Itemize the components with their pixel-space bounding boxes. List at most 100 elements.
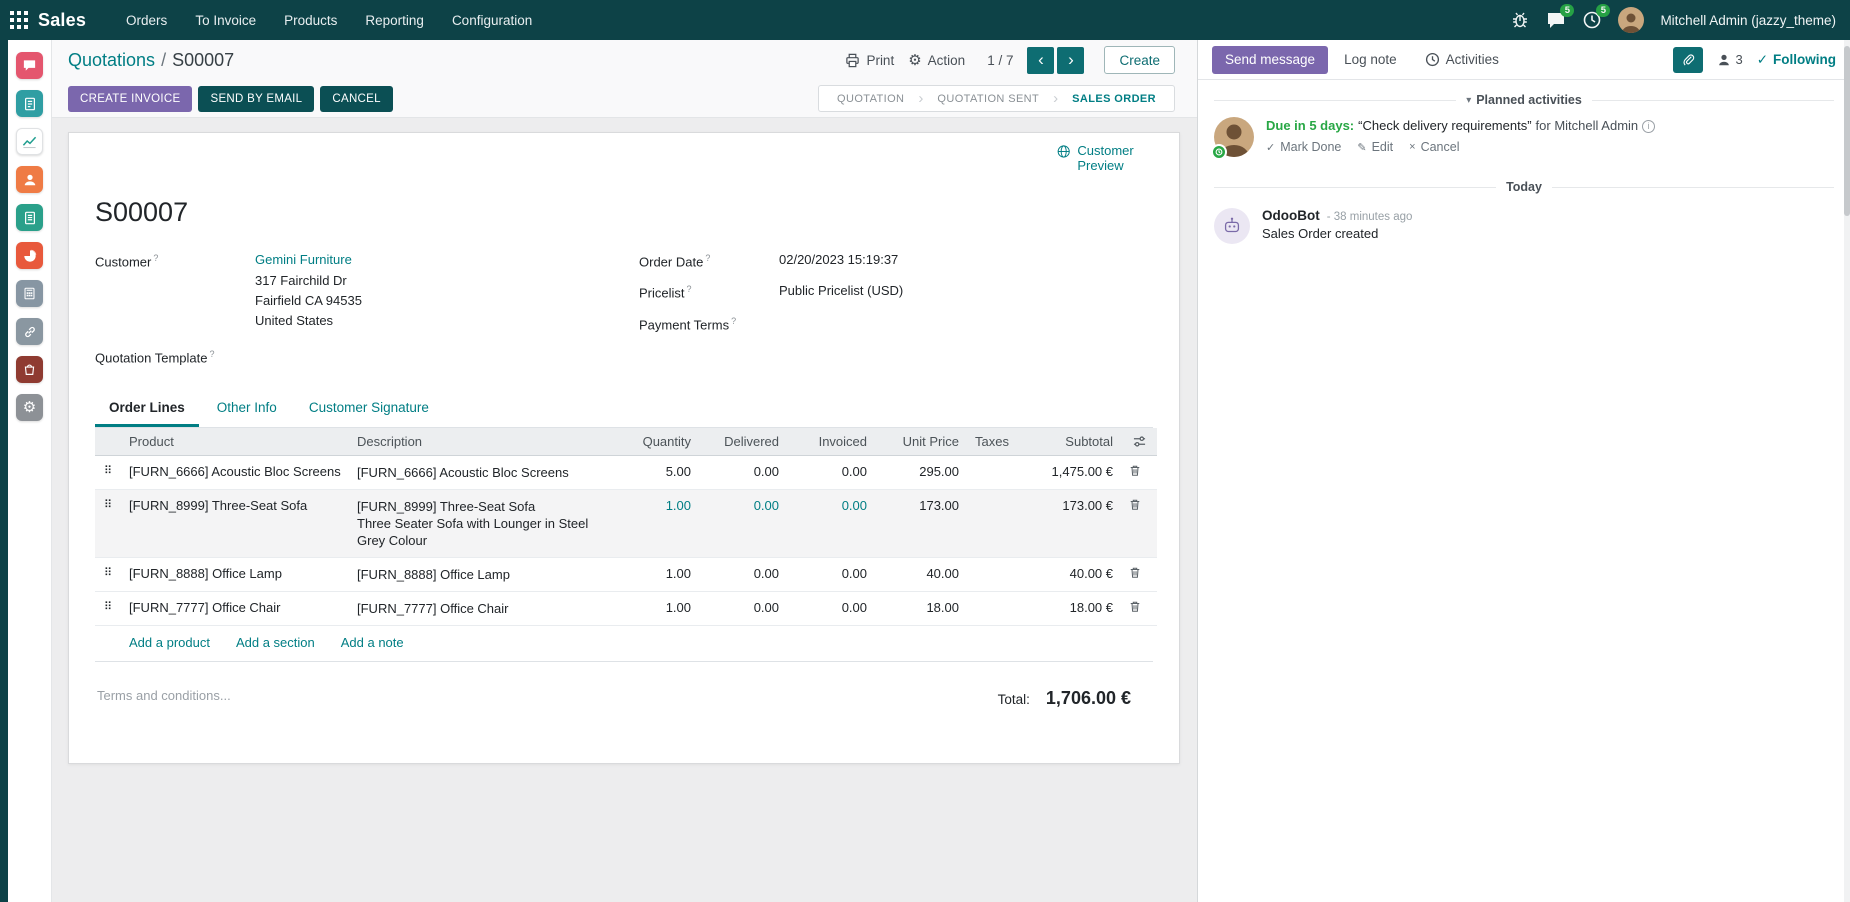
- order-line-row[interactable]: ⠿ [FURN_8888] Office Lamp [FURN_8888] Of…: [95, 557, 1157, 591]
- drag-handle-icon[interactable]: ⠿: [95, 489, 121, 557]
- pager-next-button[interactable]: ›: [1057, 47, 1084, 74]
- user-avatar[interactable]: [1618, 7, 1644, 33]
- terms-placeholder[interactable]: Terms and conditions...: [97, 688, 231, 703]
- column-header-taxes[interactable]: Taxes: [967, 428, 1019, 456]
- nav-item-reporting[interactable]: Reporting: [353, 7, 436, 34]
- cell-taxes[interactable]: [967, 489, 1019, 557]
- tab-other-info[interactable]: Other Info: [203, 392, 291, 427]
- column-header-description[interactable]: Description: [349, 428, 615, 456]
- debug-bug-icon[interactable]: [1510, 10, 1530, 30]
- status-step-quotation-sent[interactable]: QUOTATION SENT: [923, 93, 1053, 105]
- print-button[interactable]: Print: [845, 53, 894, 68]
- add-section-link[interactable]: Add a section: [236, 635, 315, 650]
- cell-delivered[interactable]: 0.00: [699, 591, 787, 625]
- column-header-subtotal[interactable]: Subtotal: [1019, 428, 1121, 456]
- breadcrumb-quotations[interactable]: Quotations: [68, 50, 155, 71]
- cell-product[interactable]: [FURN_7777] Office Chair: [121, 591, 349, 625]
- cell-description[interactable]: [FURN_6666] Acoustic Bloc Screens: [349, 455, 615, 489]
- messages-icon[interactable]: 5: [1546, 10, 1566, 30]
- activities-clock-icon[interactable]: 5: [1582, 10, 1602, 30]
- info-icon[interactable]: i: [1642, 120, 1655, 133]
- cell-product[interactable]: [FURN_6666] Acoustic Bloc Screens: [121, 455, 349, 489]
- cell-taxes[interactable]: [967, 591, 1019, 625]
- cell-delivered[interactable]: 0.00: [699, 489, 787, 557]
- column-header-quantity[interactable]: Quantity: [615, 428, 699, 456]
- cell-description[interactable]: [FURN_8999] Three-Seat Sofa Three Seater…: [349, 489, 615, 557]
- followers-button[interactable]: 3: [1717, 52, 1742, 67]
- cancel-button[interactable]: CANCEL: [320, 86, 392, 112]
- send-by-email-button[interactable]: SEND BY EMAIL: [198, 86, 314, 112]
- delete-row-button[interactable]: [1121, 455, 1157, 489]
- column-header-invoiced[interactable]: Invoiced: [787, 428, 875, 456]
- cell-product[interactable]: [FURN_8999] Three-Seat Sofa: [121, 489, 349, 557]
- log-note-button[interactable]: Log note: [1332, 46, 1409, 73]
- optional-columns-button[interactable]: [1121, 428, 1157, 456]
- scrollbar-thumb[interactable]: [1844, 46, 1850, 216]
- delete-row-button[interactable]: [1121, 557, 1157, 591]
- nav-item-products[interactable]: Products: [272, 7, 349, 34]
- cell-quantity[interactable]: 1.00: [615, 489, 699, 557]
- app-icon-purchase[interactable]: [16, 356, 43, 383]
- delete-row-button[interactable]: [1121, 489, 1157, 557]
- order-line-row[interactable]: ⠿ [FURN_8999] Three-Seat Sofa [FURN_8999…: [95, 489, 1157, 557]
- app-icon-discuss[interactable]: [16, 52, 43, 79]
- column-header-delivered[interactable]: Delivered: [699, 428, 787, 456]
- cell-quantity[interactable]: 5.00: [615, 455, 699, 489]
- column-header-product[interactable]: Product: [121, 428, 349, 456]
- app-name[interactable]: Sales: [38, 10, 86, 31]
- drag-handle-icon[interactable]: ⠿: [95, 591, 121, 625]
- cancel-activity-button[interactable]: ×Cancel: [1409, 140, 1459, 154]
- send-message-button[interactable]: Send message: [1212, 46, 1328, 74]
- cell-taxes[interactable]: [967, 557, 1019, 591]
- order-date-value[interactable]: 02/20/2023 15:19:37: [779, 252, 1153, 269]
- cell-delivered[interactable]: 0.00: [699, 455, 787, 489]
- message-author[interactable]: OdooBot: [1262, 208, 1320, 223]
- app-icon-settings[interactable]: ⚙: [16, 394, 43, 421]
- tab-customer-signature[interactable]: Customer Signature: [295, 392, 443, 427]
- following-button[interactable]: ✓ Following: [1757, 52, 1836, 68]
- status-step-sales-order[interactable]: SALES ORDER: [1058, 93, 1170, 105]
- status-step-quotation[interactable]: QUOTATION: [823, 93, 918, 105]
- cell-quantity[interactable]: 1.00: [615, 591, 699, 625]
- pager-previous-button[interactable]: ‹: [1027, 47, 1054, 74]
- nav-item-configuration[interactable]: Configuration: [440, 7, 544, 34]
- delete-row-button[interactable]: [1121, 591, 1157, 625]
- apps-grid-icon[interactable]: [10, 11, 28, 29]
- tab-order-lines[interactable]: Order Lines: [95, 392, 199, 427]
- app-icon-link[interactable]: [16, 318, 43, 345]
- cell-product[interactable]: [FURN_8888] Office Lamp: [121, 557, 349, 591]
- cell-unit-price[interactable]: 40.00: [875, 557, 967, 591]
- add-product-link[interactable]: Add a product: [129, 635, 210, 650]
- cell-description[interactable]: [FURN_7777] Office Chair: [349, 591, 615, 625]
- drag-handle-icon[interactable]: ⠿: [95, 557, 121, 591]
- create-invoice-button[interactable]: CREATE INVOICE: [68, 86, 192, 112]
- app-icon-crm[interactable]: [16, 166, 43, 193]
- app-icon-dashboards[interactable]: [16, 128, 43, 155]
- page-scrollbar[interactable]: [1844, 40, 1850, 902]
- edit-activity-button[interactable]: ✎Edit: [1357, 140, 1393, 154]
- cell-delivered[interactable]: 0.00: [699, 557, 787, 591]
- order-line-row[interactable]: ⠿ [FURN_7777] Office Chair [FURN_7777] O…: [95, 591, 1157, 625]
- cell-invoiced[interactable]: 0.00: [787, 591, 875, 625]
- add-note-link[interactable]: Add a note: [341, 635, 404, 650]
- payment-terms-value[interactable]: [779, 315, 1153, 332]
- cell-unit-price[interactable]: 173.00: [875, 489, 967, 557]
- attach-files-button[interactable]: [1673, 47, 1703, 73]
- user-menu[interactable]: Mitchell Admin (jazzy_theme): [1660, 13, 1836, 28]
- nav-item-orders[interactable]: Orders: [114, 7, 179, 34]
- cell-invoiced[interactable]: 0.00: [787, 455, 875, 489]
- app-icon-documents[interactable]: [16, 90, 43, 117]
- cell-taxes[interactable]: [967, 455, 1019, 489]
- app-icon-spreadsheet[interactable]: [16, 242, 43, 269]
- cell-unit-price[interactable]: 18.00: [875, 591, 967, 625]
- create-button[interactable]: Create: [1104, 46, 1175, 74]
- app-icon-accounting[interactable]: [16, 280, 43, 307]
- column-header-unit-price[interactable]: Unit Price: [875, 428, 967, 456]
- drag-handle-icon[interactable]: ⠿: [95, 455, 121, 489]
- action-button[interactable]: ⚙ Action: [908, 51, 965, 69]
- cell-invoiced[interactable]: 0.00: [787, 489, 875, 557]
- planned-activities-toggle[interactable]: ▾ Planned activities: [1466, 93, 1582, 107]
- schedule-activity-button[interactable]: Activities: [1413, 46, 1511, 73]
- cell-quantity[interactable]: 1.00: [615, 557, 699, 591]
- customer-preview-button[interactable]: Customer Preview: [1057, 143, 1161, 173]
